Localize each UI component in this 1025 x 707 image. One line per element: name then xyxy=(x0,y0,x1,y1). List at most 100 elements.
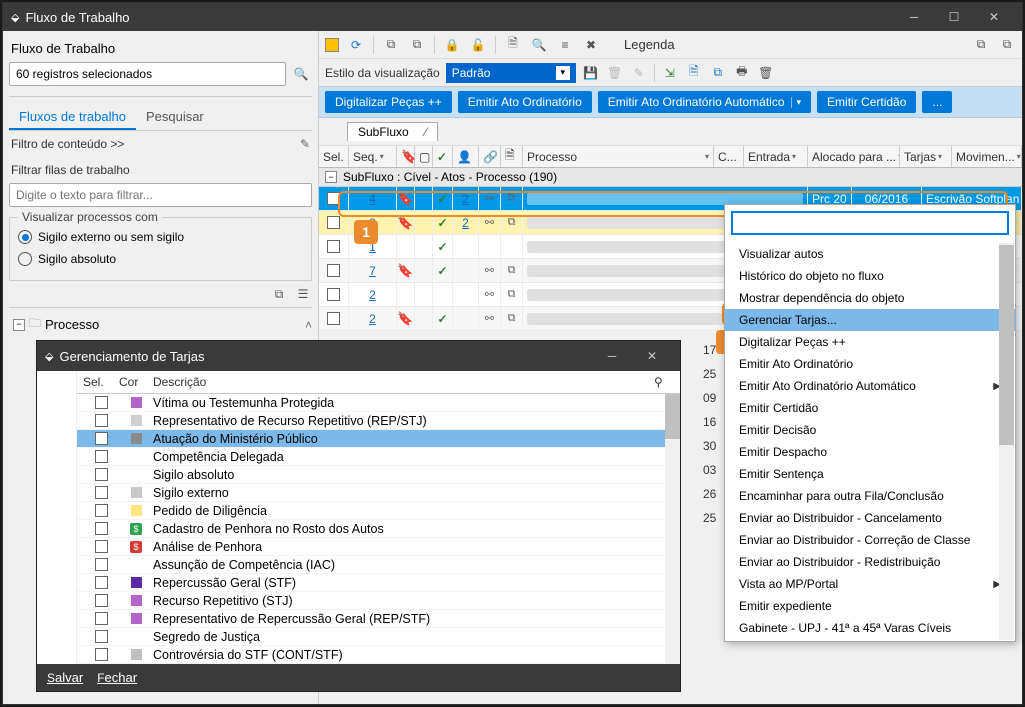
edit-icon[interactable]: ✎ xyxy=(300,137,310,151)
records-input[interactable]: 60 registros selecionados xyxy=(9,62,286,86)
close-dialog-button[interactable]: Fechar xyxy=(97,670,137,685)
search-doc-icon[interactable]: 🔍 xyxy=(530,36,548,54)
row-checkbox[interactable] xyxy=(95,504,108,517)
context-menu-item[interactable]: Emitir Sentença xyxy=(725,463,1015,485)
tarja-row[interactable]: Pedido de Diligência xyxy=(77,502,680,520)
marker-icon[interactable] xyxy=(325,38,339,52)
row-checkbox[interactable] xyxy=(95,630,108,643)
context-menu-item[interactable]: Emitir expediente xyxy=(725,595,1015,617)
col-movimento[interactable]: Movimen...▾ xyxy=(952,146,1022,167)
queue-filter-input[interactable] xyxy=(9,183,312,207)
refresh-icon[interactable]: ⟳ xyxy=(347,36,365,54)
content-filter-link[interactable]: Filtro de conteúdo >> xyxy=(11,137,124,151)
context-menu-item[interactable]: Encaminhar para outra Fila/Conclusão xyxy=(725,485,1015,507)
tarja-row[interactable]: Recurso Repetitivo (STJ) xyxy=(77,592,680,610)
close-tab-icon[interactable]: ⁄ xyxy=(425,125,427,139)
col-user[interactable]: 👤 xyxy=(453,146,479,167)
context-menu-item[interactable]: Emitir Despacho xyxy=(725,441,1015,463)
link-icon[interactable]: ⚯ xyxy=(485,192,494,205)
row-checkbox[interactable] xyxy=(327,216,340,229)
maximize-button[interactable]: ☐ xyxy=(934,3,974,31)
cmd-emitir-ordinatorio[interactable]: Emitir Ato Ordinatório xyxy=(458,91,592,113)
filter-icon[interactable]: ⚲ xyxy=(654,375,674,389)
remove-list-icon[interactable]: ✖ xyxy=(582,36,600,54)
context-menu-item[interactable]: Digitalizar Peças ++ xyxy=(725,331,1015,353)
cascade-icon-2[interactable]: ⧉ xyxy=(998,36,1016,54)
dlg-col-desc[interactable]: Descrição xyxy=(153,375,654,389)
tarja-row[interactable]: $Análise de Penhora xyxy=(77,538,680,556)
grid-group-header[interactable]: − SubFluxo : Cível - Atos - Processo (19… xyxy=(319,168,1022,187)
col-seq[interactable]: Seq.▾ xyxy=(349,146,397,167)
doc-icon[interactable]: 🗎 xyxy=(504,36,522,54)
row-checkbox[interactable] xyxy=(95,450,108,463)
row-checkbox[interactable] xyxy=(327,264,340,277)
row-checkbox[interactable] xyxy=(95,612,108,625)
dlg-col-cor[interactable]: Cor xyxy=(119,375,153,389)
copy-icon[interactable]: ⧉ xyxy=(508,192,516,205)
copy-doc-icon[interactable]: ⧉ xyxy=(382,36,400,54)
cmd-emitir-certidao[interactable]: Emitir Certidão xyxy=(817,91,916,113)
col-doc[interactable]: 🗎 xyxy=(501,146,523,167)
pencil-icon[interactable]: ✎ xyxy=(630,64,648,82)
col-link[interactable]: 🔗 xyxy=(479,146,501,167)
dialog-minimize[interactable]: ─ xyxy=(592,342,632,370)
col-tarjas[interactable]: Tarjas▾ xyxy=(900,146,952,167)
cmd-emitir-ordinatorio-auto[interactable]: Emitir Ato Ordinatório Automático ▾ xyxy=(598,91,811,113)
col-processo[interactable]: Processo▾ xyxy=(523,146,714,167)
chevron-up-icon[interactable]: ˄ xyxy=(305,318,312,332)
tarja-row[interactable]: Representativo de Recurso Repetitivo (RE… xyxy=(77,412,680,430)
col-mark[interactable]: ▢ xyxy=(415,146,433,167)
row-checkbox[interactable] xyxy=(95,468,108,481)
collapse-icon[interactable]: − xyxy=(325,171,337,183)
col-check[interactable]: ✓ xyxy=(433,146,453,167)
tree-collapse-icon[interactable]: − xyxy=(13,319,25,331)
context-menu-item[interactable]: Enviar ao Distribuidor - Correção de Cla… xyxy=(725,529,1015,551)
search-icon[interactable]: 🔍 xyxy=(290,63,312,85)
row-checkbox[interactable] xyxy=(95,648,108,661)
row-checkbox[interactable] xyxy=(95,540,108,553)
tab-pesquisar[interactable]: Pesquisar xyxy=(136,103,214,130)
row-checkbox[interactable] xyxy=(95,576,108,589)
legend-label[interactable]: Legenda xyxy=(624,37,675,52)
list-icon[interactable]: ≡ xyxy=(556,36,574,54)
row-checkbox[interactable] xyxy=(327,240,340,253)
save-icon[interactable]: 💾 xyxy=(582,64,600,82)
col-sel[interactable]: Sel. xyxy=(319,146,349,167)
tarja-row[interactable]: Competência Delegada xyxy=(77,448,680,466)
subfluxo-tab[interactable]: SubFluxo ⁄ xyxy=(347,122,438,141)
context-menu-item[interactable]: Enviar ao Distribuidor - Cancelamento xyxy=(725,507,1015,529)
row-checkbox[interactable] xyxy=(95,414,108,427)
tarja-row[interactable]: Atuação do Ministério Público xyxy=(77,430,680,448)
cascade-icon[interactable]: ⧉ xyxy=(972,36,990,54)
radio-sigilo-absoluto[interactable]: Sigilo absoluto xyxy=(18,248,303,270)
dlg-col-sel[interactable]: Sel. xyxy=(83,375,119,389)
context-menu-item[interactable]: Emitir Certidão xyxy=(725,397,1015,419)
tree-root-label[interactable]: Processo xyxy=(45,317,99,332)
context-menu-item[interactable]: Emitir Ato Ordinatório Automático▶ xyxy=(725,375,1015,397)
col-bookmark[interactable]: 🔖 xyxy=(397,146,415,167)
tarja-row[interactable]: Sigilo externo xyxy=(77,484,680,502)
export-icon[interactable]: ⇲ xyxy=(661,64,679,82)
col-entrada[interactable]: Entrada▾ xyxy=(744,146,808,167)
row-checkbox[interactable] xyxy=(95,432,108,445)
trash-icon[interactable]: 🗑 xyxy=(606,64,624,82)
cmd-more[interactable]: ... xyxy=(922,91,952,113)
context-menu-item[interactable]: Emitir Ato Ordinatório xyxy=(725,353,1015,375)
tarja-row[interactable]: Segredo de Justiça xyxy=(77,628,680,646)
copy-blue-icon[interactable]: ⧉ xyxy=(709,64,727,82)
doc-blue-icon[interactable]: 🗎 xyxy=(685,64,703,82)
close-button[interactable]: ✕ xyxy=(974,3,1014,31)
seq-link[interactable]: 4 xyxy=(349,187,397,210)
scrollbar[interactable] xyxy=(665,394,680,664)
row-checkbox[interactable] xyxy=(95,594,108,607)
lock-icon[interactable]: 🔒 xyxy=(443,36,461,54)
tarja-row[interactable]: Sigilo absoluto xyxy=(77,466,680,484)
unlock-icon[interactable]: 🔓 xyxy=(469,36,487,54)
col-c[interactable]: C... xyxy=(714,146,744,167)
copy-doc-icon-2[interactable]: ⧉ xyxy=(408,36,426,54)
context-search-input[interactable] xyxy=(731,211,1009,235)
style-select[interactable]: Padrão ▾ xyxy=(446,63,576,83)
row-checkbox[interactable] xyxy=(95,396,108,409)
context-menu-item[interactable]: Mostrar dependência do objeto xyxy=(725,287,1015,309)
minimize-button[interactable]: ─ xyxy=(894,3,934,31)
